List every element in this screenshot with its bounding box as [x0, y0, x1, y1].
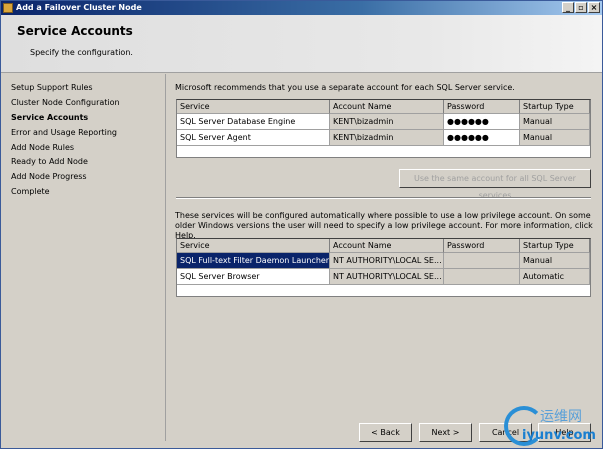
- col-startup[interactable]: Startup Type: [520, 239, 590, 253]
- account-name-field[interactable]: NT AUTHORITY\LOCAL SE...: [330, 253, 444, 269]
- restore-button[interactable]: ▫: [575, 2, 587, 13]
- account-name-field[interactable]: KENT\bizadmin: [330, 130, 444, 146]
- grid-header: Service Account Name Password Startup Ty…: [177, 239, 590, 253]
- app-icon: [3, 3, 13, 13]
- col-account[interactable]: Account Name: [330, 239, 444, 253]
- step-error-usage-reporting[interactable]: Error and Usage Reporting: [11, 128, 117, 137]
- wizard-window: Add a Failover Cluster Node _ ▫ × Servic…: [0, 0, 603, 449]
- back-button[interactable]: < Back: [359, 423, 412, 442]
- password-field[interactable]: [444, 269, 520, 285]
- startup-type-select[interactable]: Automatic: [520, 269, 590, 285]
- service-cell: SQL Server Database Engine: [177, 114, 330, 130]
- password-field[interactable]: [444, 253, 520, 269]
- table-row[interactable]: SQL Server Agent KENT\bizadmin ●●●●●● Ma…: [177, 130, 590, 146]
- password-field[interactable]: ●●●●●●: [444, 114, 520, 130]
- col-service[interactable]: Service: [177, 100, 330, 114]
- auto-config-text: These services will be configured automa…: [175, 211, 593, 240]
- watermark-en: iyunv.com: [522, 428, 596, 443]
- table-row[interactable]: SQL Full-text Filter Daemon Launcher NT …: [177, 253, 590, 269]
- startup-type-select[interactable]: Manual: [520, 130, 590, 146]
- step-setup-support-rules[interactable]: Setup Support Rules: [11, 83, 93, 92]
- page-header: Service Accounts Specify the configurati…: [1, 15, 602, 73]
- col-service[interactable]: Service: [177, 239, 330, 253]
- col-startup[interactable]: Startup Type: [520, 100, 590, 114]
- service-cell: SQL Server Browser: [177, 269, 330, 285]
- col-password[interactable]: Password: [444, 100, 520, 114]
- service-cell: SQL Full-text Filter Daemon Launcher: [177, 253, 330, 269]
- intro-text: Microsoft recommends that you use a sepa…: [175, 83, 515, 92]
- divider: [176, 197, 591, 199]
- watermark-logo: 运维网 iyunv.com: [500, 404, 600, 452]
- account-name-field[interactable]: KENT\bizadmin: [330, 114, 444, 130]
- wizard-steps: Setup Support Rules Cluster Node Configu…: [1, 74, 166, 441]
- step-ready-to-add-node[interactable]: Ready to Add Node: [11, 157, 88, 166]
- col-password[interactable]: Password: [444, 239, 520, 253]
- title-bar: Add a Failover Cluster Node _ ▫ ×: [1, 1, 602, 15]
- col-account[interactable]: Account Name: [330, 100, 444, 114]
- watermark-cn: 运维网: [540, 409, 582, 425]
- service-cell: SQL Server Agent: [177, 130, 330, 146]
- step-add-node-progress[interactable]: Add Node Progress: [11, 172, 87, 181]
- startup-type-select[interactable]: Manual: [520, 114, 590, 130]
- step-complete[interactable]: Complete: [11, 187, 50, 196]
- table-row[interactable]: SQL Server Browser NT AUTHORITY\LOCAL SE…: [177, 269, 590, 285]
- step-cluster-node-configuration[interactable]: Cluster Node Configuration: [11, 98, 120, 107]
- account-name-field[interactable]: NT AUTHORITY\LOCAL SE...: [330, 269, 444, 285]
- step-service-accounts[interactable]: Service Accounts: [11, 113, 88, 122]
- accounts-grid: Service Account Name Password Startup Ty…: [176, 99, 591, 158]
- password-field[interactable]: ●●●●●●: [444, 130, 520, 146]
- same-account-button[interactable]: Use the same account for all SQL Server …: [399, 169, 591, 200]
- auto-services-grid: Service Account Name Password Startup Ty…: [176, 238, 591, 297]
- page-title: Service Accounts: [17, 24, 133, 38]
- window-title: Add a Failover Cluster Node: [16, 3, 142, 12]
- table-row[interactable]: SQL Server Database Engine KENT\bizadmin…: [177, 114, 590, 130]
- next-button[interactable]: Next >: [419, 423, 472, 442]
- step-add-node-rules[interactable]: Add Node Rules: [11, 143, 74, 152]
- startup-type-select[interactable]: Manual: [520, 253, 590, 269]
- page-subtitle: Specify the configuration.: [30, 48, 133, 57]
- minimize-button[interactable]: _: [562, 2, 574, 13]
- grid-header: Service Account Name Password Startup Ty…: [177, 100, 590, 114]
- close-button[interactable]: ×: [588, 2, 600, 13]
